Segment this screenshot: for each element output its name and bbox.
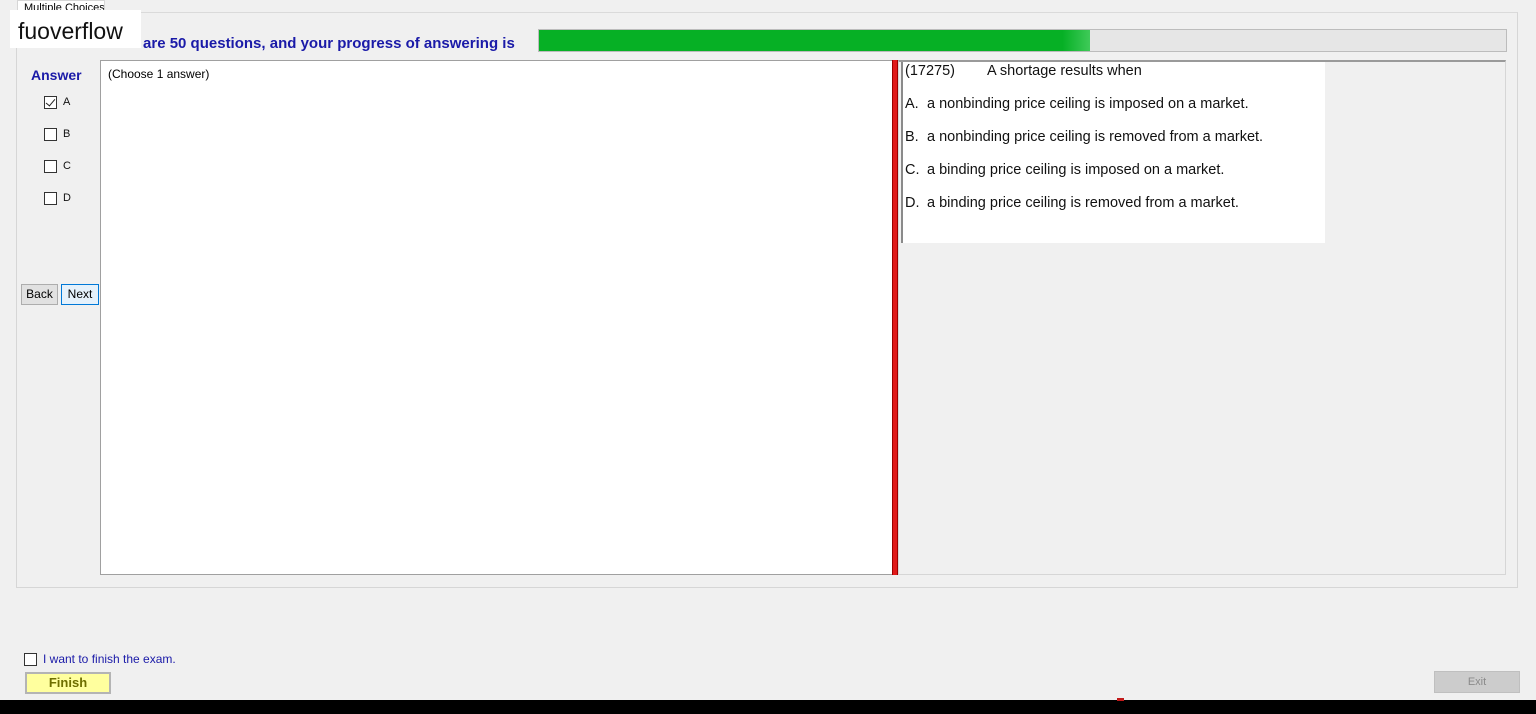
answer-option-label: A [63,96,71,108]
choice-text: a nonbinding price ceiling is imposed on… [927,96,1249,112]
answer-checkbox-a[interactable] [44,95,57,109]
question-stem-line: (17275) A shortage results when [905,63,1142,79]
answer-checkbox-c[interactable] [44,159,57,173]
choice-letter: D. [905,195,920,211]
answer-option-label: D [63,192,71,204]
finish-exam-checkbox-row[interactable]: I want to finish the exam. [24,652,176,666]
finish-button[interactable]: Finish [25,672,111,694]
choice-letter: B. [905,129,919,145]
choice-letter: C. [905,162,920,178]
question-content: (17275) A shortage results when A. a nonbi… [901,62,1325,243]
answer-option-d[interactable]: D [44,191,71,205]
question-choice-d: D. a binding price ceiling is removed fro… [905,195,1239,211]
answer-option-label: C [63,160,71,172]
progress-bar-fill [539,30,1091,51]
answer-checkbox-b[interactable] [44,127,57,141]
answer-option-a[interactable]: A [44,95,70,109]
answer-text-area[interactable]: (Choose 1 answer) [100,60,895,575]
watermark-logo: fuoverflow [10,10,141,48]
taskbar [0,700,1536,714]
question-choice-a: A. a nonbinding price ceiling is imposed … [905,96,1249,112]
question-choice-b: B. a nonbinding price ceiling is removed … [905,129,1263,145]
answer-option-c[interactable]: C [44,159,71,173]
progress-bar [538,29,1507,52]
taskbar-indicator [1117,698,1124,701]
choice-text: a binding price ceiling is imposed on a … [927,162,1225,178]
choice-text: a nonbinding price ceiling is removed fr… [927,129,1264,145]
answer-option-label: B [63,128,71,140]
finish-exam-label: I want to finish the exam. [43,652,176,666]
answer-checkbox-d[interactable] [44,191,57,205]
answer-heading: Answer [31,67,82,83]
exit-button[interactable]: Exit [1434,671,1520,693]
back-button[interactable]: Back [21,284,58,305]
finish-exam-checkbox[interactable] [24,652,37,666]
answer-option-b[interactable]: B [44,127,70,141]
progress-label: There are 50 questions, and your progres… [98,35,515,52]
question-number: (17275) [905,63,955,79]
next-button[interactable]: Next [61,284,99,305]
choice-letter: A. [905,96,919,112]
answer-instruction: (Choose 1 answer) [108,67,210,81]
choice-text: a binding price ceiling is removed from … [927,195,1239,211]
question-stem: A shortage results when [987,63,1142,79]
question-choice-c: C. a binding price ceiling is imposed on … [905,162,1224,178]
